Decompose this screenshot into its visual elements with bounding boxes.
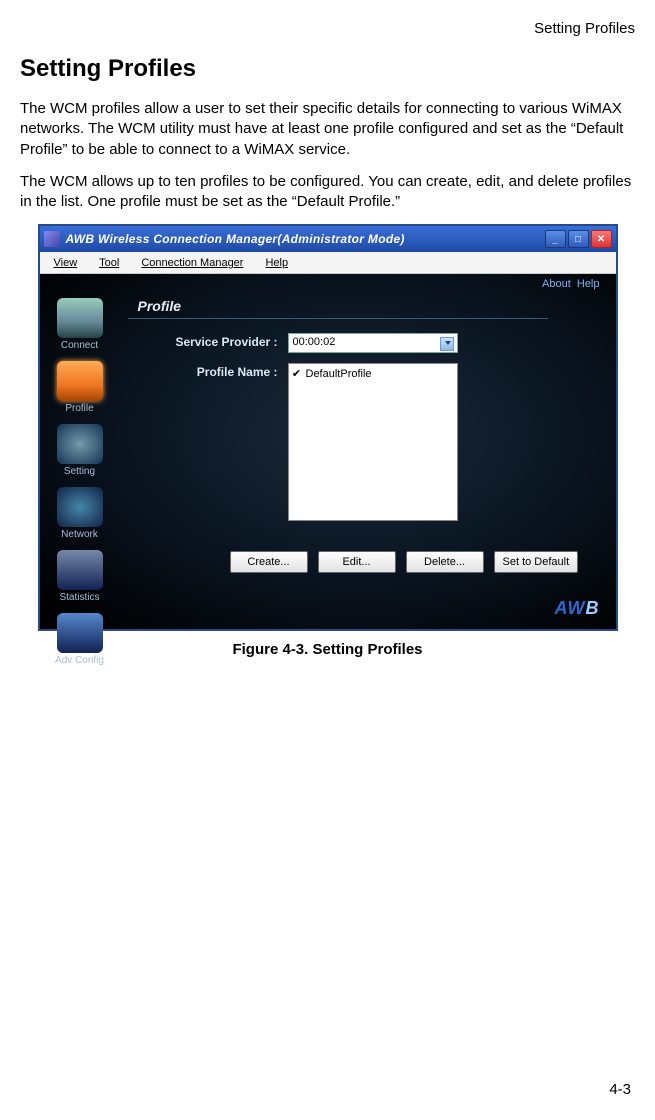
sidebar-item-label: Connect bbox=[48, 340, 112, 351]
logo-part-a: AW bbox=[555, 598, 586, 618]
menu-help[interactable]: Help bbox=[265, 257, 288, 269]
statistics-icon bbox=[57, 550, 103, 590]
service-provider-label: Service Provider : bbox=[128, 333, 288, 349]
edit-button[interactable]: Edit... bbox=[318, 551, 396, 573]
figure-caption: Figure 4-3. Setting Profiles bbox=[20, 641, 635, 658]
page-title: Setting Profiles bbox=[20, 55, 635, 83]
sidebar-item-connect[interactable]: Connect bbox=[48, 298, 112, 351]
network-icon bbox=[57, 487, 103, 527]
minimize-button[interactable]: _ bbox=[545, 230, 566, 248]
app-window: AWB Wireless Connection Manager(Administ… bbox=[38, 224, 618, 631]
menu-tool[interactable]: Tool bbox=[99, 257, 119, 269]
window-titlebar: AWB Wireless Connection Manager(Administ… bbox=[40, 226, 616, 252]
close-button[interactable]: ✕ bbox=[591, 230, 612, 248]
sidebar-item-adv-config[interactable]: Adv Config bbox=[48, 613, 112, 666]
sidebar-item-label: Adv Config bbox=[48, 655, 112, 666]
brand-logo: AWB bbox=[555, 598, 600, 619]
app-icon bbox=[44, 231, 60, 247]
sidebar: Connect Profile Setting Network Statisti… bbox=[40, 274, 120, 629]
logo-part-b: B bbox=[586, 598, 600, 618]
checkmark-icon: ✔ bbox=[292, 369, 302, 379]
panel-title: Profile bbox=[128, 298, 548, 319]
sidebar-item-statistics[interactable]: Statistics bbox=[48, 550, 112, 603]
body-paragraph-1: The WCM profiles allow a user to set the… bbox=[20, 99, 635, 160]
sidebar-item-label: Network bbox=[48, 529, 112, 540]
window-title: AWB Wireless Connection Manager(Administ… bbox=[66, 232, 539, 246]
body-paragraph-2: The WCM allows up to ten profiles to be … bbox=[20, 172, 635, 213]
sidebar-item-network[interactable]: Network bbox=[48, 487, 112, 540]
maximize-button[interactable]: □ bbox=[568, 230, 589, 248]
page-number: 4-3 bbox=[609, 1081, 631, 1098]
profile-icon bbox=[57, 361, 103, 401]
button-row: Create... Edit... Delete... Set to Defau… bbox=[230, 551, 579, 573]
delete-button[interactable]: Delete... bbox=[406, 551, 484, 573]
list-item[interactable]: ✔ DefaultProfile bbox=[292, 367, 454, 381]
set-default-button[interactable]: Set to Default bbox=[494, 551, 579, 573]
service-provider-value: 00:00:02 bbox=[293, 336, 336, 348]
sidebar-item-label: Statistics bbox=[48, 592, 112, 603]
create-button[interactable]: Create... bbox=[230, 551, 308, 573]
profile-listbox[interactable]: ✔ DefaultProfile bbox=[288, 363, 458, 521]
app-body: About Help Connect Profile Setting Netwo… bbox=[40, 274, 616, 629]
chevron-down-icon bbox=[445, 341, 451, 345]
service-provider-row: Service Provider : 00:00:02 bbox=[128, 333, 596, 353]
profile-name-label: Profile Name : bbox=[128, 363, 288, 379]
sidebar-item-profile[interactable]: Profile bbox=[48, 361, 112, 414]
main-panel: Profile Service Provider : 00:00:02 Prof… bbox=[120, 274, 616, 629]
profile-item-label: DefaultProfile bbox=[306, 368, 372, 380]
menubar: View Tool Connection Manager Help bbox=[40, 252, 616, 274]
page-header-right: Setting Profiles bbox=[20, 20, 635, 37]
profile-name-row: Profile Name : ✔ DefaultProfile bbox=[128, 363, 596, 521]
adv-config-icon bbox=[57, 613, 103, 653]
window-controls: _ □ ✕ bbox=[545, 230, 612, 248]
service-provider-combo[interactable]: 00:00:02 bbox=[288, 333, 458, 353]
menu-view[interactable]: View bbox=[54, 257, 78, 269]
connect-icon bbox=[57, 298, 103, 338]
sidebar-item-label: Profile bbox=[48, 403, 112, 414]
sidebar-item-label: Setting bbox=[48, 466, 112, 477]
menu-connection-manager[interactable]: Connection Manager bbox=[141, 257, 243, 269]
sidebar-item-setting[interactable]: Setting bbox=[48, 424, 112, 477]
setting-icon bbox=[57, 424, 103, 464]
